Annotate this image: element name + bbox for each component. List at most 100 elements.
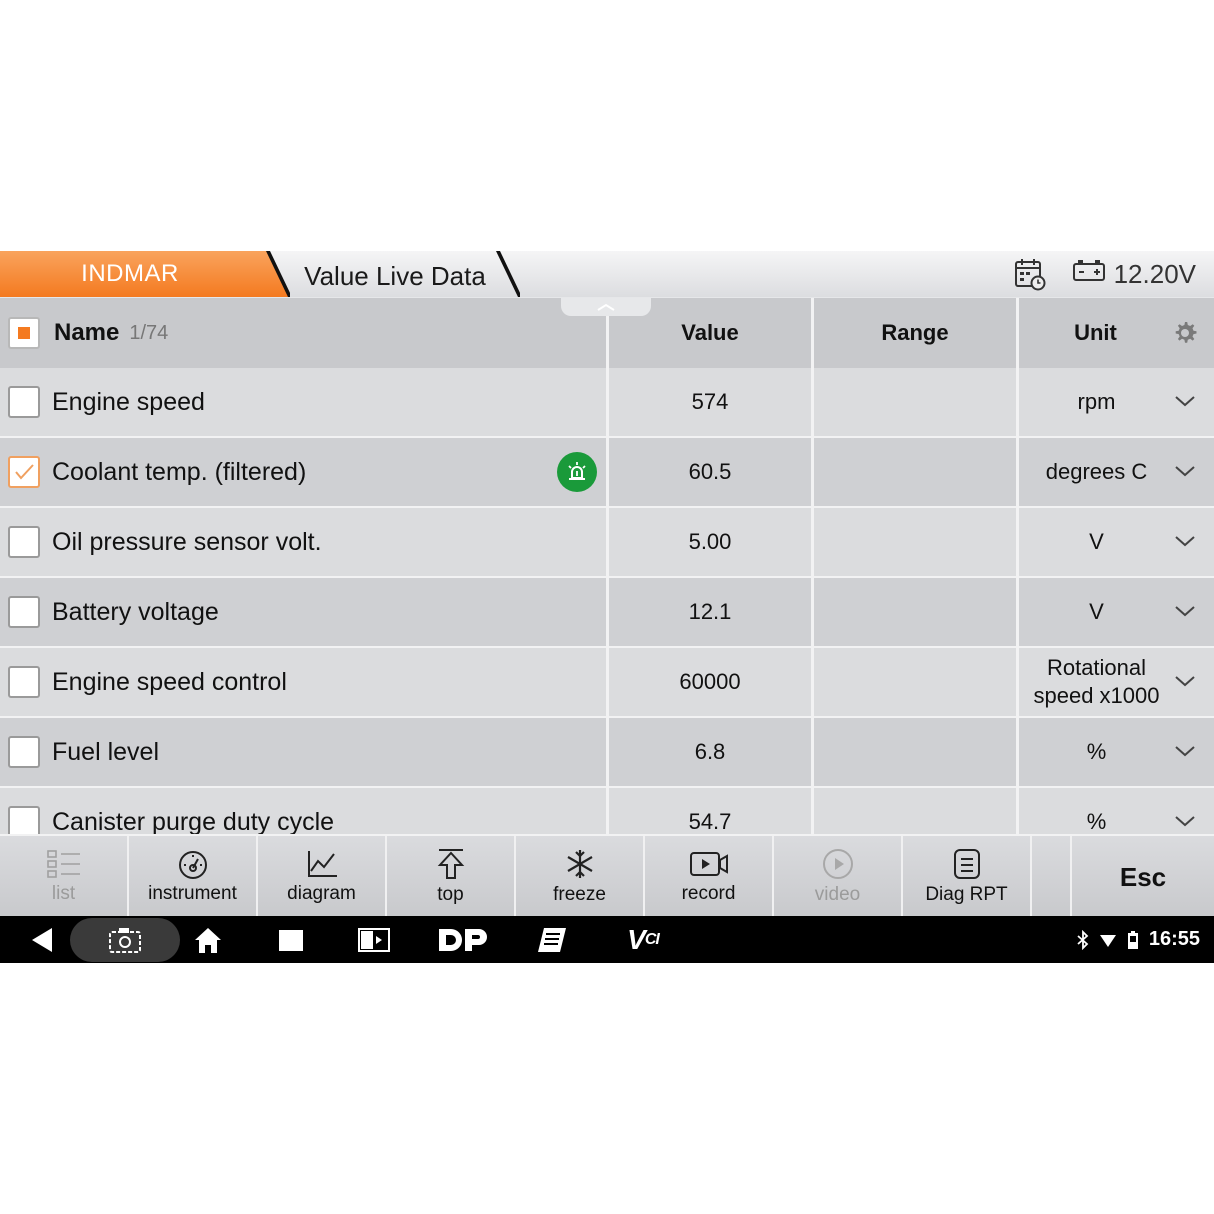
- wifi-icon: [1099, 934, 1116, 947]
- battery-icon: [1072, 259, 1106, 290]
- recent-apps-icon[interactable]: [274, 916, 308, 963]
- row-value: 12.1: [609, 578, 814, 648]
- video-button[interactable]: video: [774, 836, 903, 918]
- unit-header-label: Unit: [1074, 320, 1117, 345]
- chevron-down-icon[interactable]: [1174, 604, 1196, 618]
- row-name: Coolant temp. (filtered): [52, 457, 307, 486]
- top-label: top: [437, 884, 464, 905]
- table-row[interactable]: Oil pressure sensor volt. 5.00 V: [0, 508, 1214, 578]
- row-checkbox[interactable]: [8, 666, 40, 698]
- row-name: Engine speed: [52, 387, 205, 416]
- top-button[interactable]: top: [387, 836, 516, 918]
- row-name: Canister purge duty cycle: [52, 807, 335, 835]
- row-range: [814, 718, 1019, 788]
- record-button[interactable]: record: [645, 836, 774, 918]
- select-all-checkbox[interactable]: [8, 317, 40, 349]
- header-status: 12.20V: [1014, 251, 1196, 297]
- row-value: 54.7: [609, 788, 814, 834]
- diagram-label: diagram: [287, 883, 356, 904]
- gear-icon[interactable]: [1172, 320, 1198, 353]
- vci-label: V: [627, 923, 646, 955]
- freeze-button[interactable]: freeze: [516, 836, 645, 918]
- vci-app-icon[interactable]: V CI: [618, 916, 668, 963]
- row-unit: %: [1086, 809, 1107, 834]
- row-checkbox[interactable]: [8, 526, 40, 558]
- system-nav-bar: V CI 16:55: [0, 916, 1214, 963]
- snowflake-icon: [566, 850, 593, 878]
- voltage-indicator: 12.20V: [1072, 259, 1196, 290]
- record-label: record: [681, 883, 736, 904]
- row-checkbox[interactable]: [8, 386, 40, 418]
- gauge-icon: [178, 851, 207, 879]
- chevron-down-icon[interactable]: [1174, 814, 1196, 828]
- manual-book-icon[interactable]: [532, 916, 572, 963]
- chevron-down-icon[interactable]: [1174, 394, 1196, 408]
- name-column-header: Name 1/74: [0, 298, 609, 368]
- table-row[interactable]: Fuel level 6.8 %: [0, 718, 1214, 788]
- instrument-button[interactable]: instrument: [129, 836, 258, 918]
- row-range: [814, 788, 1019, 834]
- app-screen: INDMAR Value Live Data 12.20V Name 1/74 …: [0, 251, 1214, 963]
- battery-status-icon: [1127, 930, 1138, 949]
- row-value: 574: [609, 368, 814, 438]
- video-label: video: [814, 884, 861, 905]
- back-icon[interactable]: [22, 916, 62, 963]
- row-unit: degrees C: [1045, 459, 1148, 484]
- chevron-down-icon[interactable]: [1174, 744, 1196, 758]
- row-value: 60.5: [609, 438, 814, 508]
- chevron-down-icon[interactable]: [1174, 674, 1196, 688]
- home-icon[interactable]: [190, 916, 226, 963]
- diag-rpt-button[interactable]: Diag RPT: [903, 836, 1032, 918]
- table-row[interactable]: Battery voltage 12.1 V: [0, 578, 1214, 648]
- table-row[interactable]: Engine speed 574 rpm: [0, 368, 1214, 438]
- row-range: [814, 508, 1019, 578]
- table-row[interactable]: Coolant temp. (filtered) 60.5 degrees C: [0, 438, 1214, 508]
- chevron-down-icon[interactable]: [1174, 534, 1196, 548]
- top-bar: INDMAR Value Live Data 12.20V: [0, 251, 1214, 297]
- table-row[interactable]: Canister purge duty cycle 54.7 %: [0, 788, 1214, 834]
- row-checkbox[interactable]: [8, 736, 40, 768]
- row-unit: %: [1086, 739, 1107, 764]
- diagram-button[interactable]: diagram: [258, 836, 387, 918]
- chevron-down-icon[interactable]: [1174, 464, 1196, 478]
- list-button[interactable]: list: [0, 836, 129, 918]
- brand-tab[interactable]: INDMAR: [0, 251, 290, 297]
- dp-app-icon[interactable]: [436, 916, 490, 963]
- list-label: list: [51, 883, 76, 904]
- alarm-light-icon[interactable]: [557, 452, 597, 492]
- row-range: [814, 368, 1019, 438]
- bluetooth-icon: [1077, 929, 1089, 950]
- camera-icon: [104, 916, 146, 963]
- row-unit: rpm: [1077, 389, 1116, 414]
- freeze-label: freeze: [553, 884, 606, 905]
- esc-button[interactable]: Esc: [1072, 836, 1214, 918]
- arrow-up-icon: [437, 849, 464, 879]
- play-circle-icon: [822, 849, 853, 879]
- row-unit-line1: Rotational: [1046, 655, 1147, 680]
- row-value: 6.8: [609, 718, 814, 788]
- row-unit: V: [1089, 599, 1104, 624]
- row-checkbox[interactable]: [8, 596, 40, 628]
- row-checkbox-checked[interactable]: [8, 456, 40, 488]
- voltage-value: 12.20V: [1113, 258, 1196, 289]
- report-icon: [953, 849, 980, 879]
- page-title-tab[interactable]: Value Live Data: [290, 251, 520, 297]
- clock-time: 16:55: [1148, 928, 1200, 950]
- video-camera-icon: [689, 852, 728, 876]
- tab-separator-icon: [496, 251, 520, 297]
- calendar-clock-icon[interactable]: [1014, 257, 1046, 291]
- row-range: [814, 578, 1019, 648]
- row-name: Fuel level: [52, 737, 159, 766]
- range-column-header: Range: [814, 298, 1019, 368]
- split-screen-icon[interactable]: [354, 916, 394, 963]
- row-value: 60000: [609, 648, 814, 718]
- row-name: Oil pressure sensor volt.: [52, 527, 322, 556]
- table-row[interactable]: Engine speed control 60000 Rotational sp…: [0, 648, 1214, 718]
- name-header-label: Name: [54, 319, 120, 346]
- collapse-handle[interactable]: [561, 298, 651, 316]
- row-checkbox[interactable]: [8, 806, 40, 834]
- item-count: 1/74: [129, 321, 169, 344]
- row-range: [814, 438, 1019, 508]
- diag-rpt-label: Diag RPT: [925, 884, 1008, 905]
- row-name: Battery voltage: [52, 597, 219, 626]
